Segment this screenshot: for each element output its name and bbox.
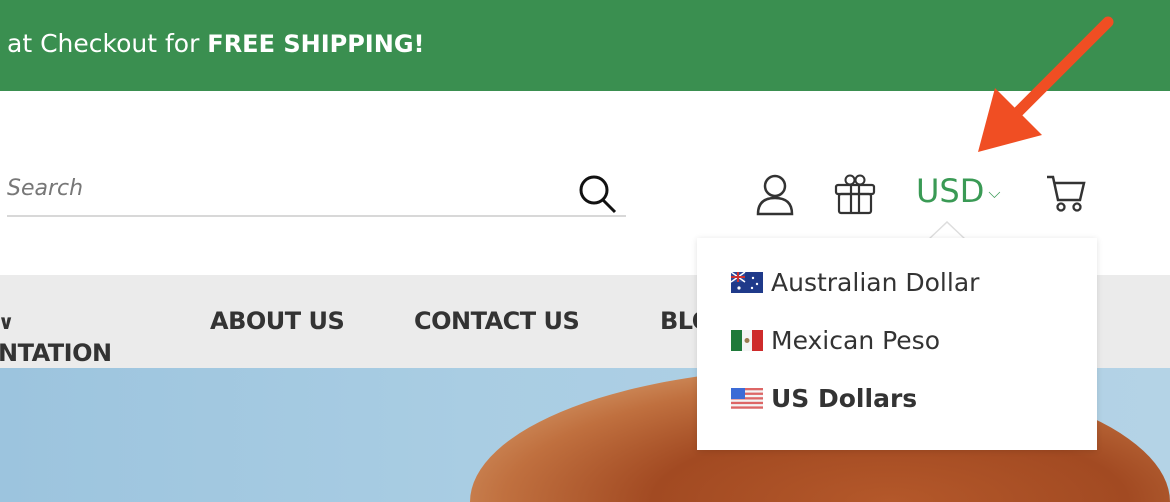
search-icon[interactable] — [575, 172, 619, 216]
promo-banner: at Checkout for FREE SHIPPING! — [0, 0, 1170, 91]
currency-selector[interactable]: USD ⌵ — [916, 172, 1001, 210]
nav-item-presentation[interactable]: NTATION ∨ — [0, 307, 112, 367]
option-label: Mexican Peso — [771, 326, 940, 355]
us-flag-icon — [731, 388, 763, 409]
currency-option-usd[interactable]: US Dollars — [731, 384, 917, 413]
nav-label: NTATION — [0, 339, 112, 367]
gift-icon[interactable] — [834, 173, 876, 215]
currency-dropdown: Australian Dollar Mexican Peso US Dollar… — [697, 238, 1097, 450]
currency-label: USD — [916, 172, 985, 210]
currency-option-mxn[interactable]: Mexican Peso — [731, 326, 940, 355]
search-bar — [7, 160, 626, 217]
nav-item-about-us[interactable]: ABOUT US — [210, 307, 345, 335]
option-label: US Dollars — [771, 384, 918, 413]
cart-icon[interactable] — [1046, 174, 1086, 212]
chevron-down-icon: ∨ — [0, 310, 14, 334]
dropdown-caret — [928, 221, 966, 239]
banner-bold-text: FREE SHIPPING! — [207, 30, 425, 58]
currency-option-aud[interactable]: Australian Dollar — [731, 268, 979, 297]
chevron-down-icon: ⌵ — [988, 183, 1001, 202]
option-label: Australian Dollar — [771, 268, 980, 297]
search-input[interactable] — [7, 160, 547, 216]
banner-text: at Checkout for — [7, 29, 208, 58]
australia-flag-icon — [731, 272, 763, 293]
mexico-flag-icon — [731, 330, 763, 351]
nav-item-contact-us[interactable]: CONTACT US — [414, 307, 580, 335]
account-icon[interactable] — [756, 174, 794, 216]
